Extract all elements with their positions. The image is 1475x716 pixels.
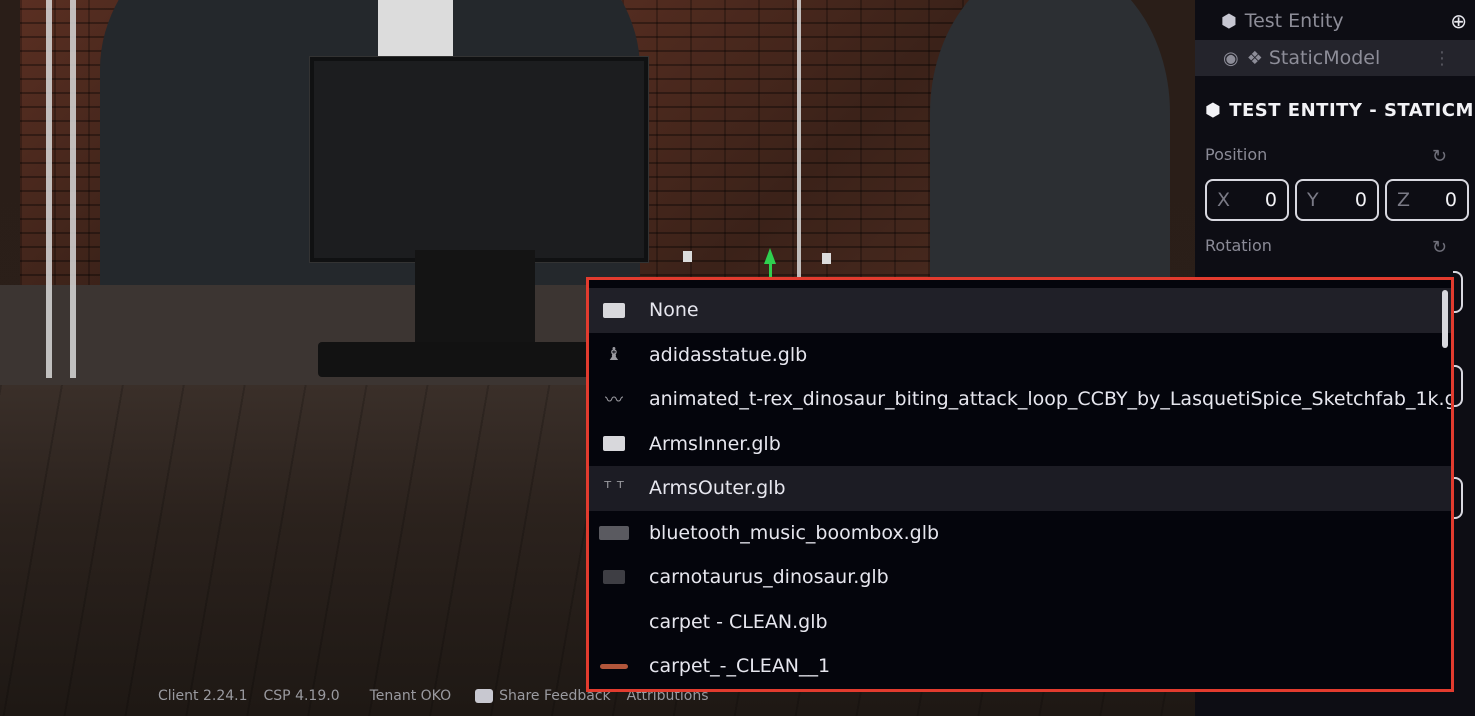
dropdown-option[interactable]: carnotaurus_dinosaur.glb (589, 555, 1451, 600)
dropdown-option[interactable]: 〰 animated_t-rex_dinosaur_biting_attack_… (589, 377, 1451, 422)
model-field-edge[interactable] (1453, 477, 1463, 519)
position-label: Position (1205, 145, 1268, 164)
dropdown-option-none[interactable]: None (589, 288, 1451, 333)
option-label: ArmsInner.glb (649, 432, 781, 455)
arms-thumbnail-icon: ᵀ ᵀ (604, 477, 624, 499)
client-version: Client 2.24.1 (158, 688, 248, 704)
dropdown-scrollbar[interactable] (1442, 290, 1448, 348)
gizmo-handle-right[interactable] (822, 253, 831, 264)
pole-3 (797, 0, 801, 282)
inspector-title: ⬢ TEST ENTITY - STATICM... (1205, 100, 1475, 121)
cube-icon: ⬢ (1221, 10, 1237, 32)
carnotaurus-thumbnail-icon (597, 566, 631, 588)
carpet-thumbnail-icon (597, 655, 631, 677)
csp-version: CSP 4.19.0 (263, 688, 340, 704)
window-arch-right (930, 0, 1170, 300)
statue-thumbnail-icon: ♝ (605, 344, 623, 366)
plus-circle-icon[interactable]: ⊕ (1450, 9, 1467, 33)
inspector-title-text: TEST ENTITY - STATICM... (1229, 100, 1475, 121)
option-label: carnotaurus_dinosaur.glb (649, 566, 889, 589)
component-label: StaticModel (1268, 47, 1381, 69)
pole-2 (70, 0, 76, 378)
axis-x-label: X (1217, 189, 1231, 211)
tree-entity-row[interactable]: ⬢ Test Entity ⊕ (1195, 3, 1475, 39)
file-icon (597, 299, 631, 321)
file-icon (597, 433, 631, 455)
scale-field-edge[interactable] (1453, 365, 1463, 407)
empty-thumbnail (597, 611, 631, 633)
dropdown-option[interactable]: ArmsInner.glb (589, 422, 1451, 467)
window-light (378, 0, 453, 60)
option-label: animated_t-rex_dinosaur_biting_attack_lo… (649, 388, 1454, 411)
rotation-field-edge[interactable] (1453, 271, 1463, 313)
option-label: carpet_-_CLEAN__1 (649, 655, 831, 678)
entity-label: Test Entity (1244, 10, 1344, 32)
position-x-field[interactable]: X 0 (1205, 179, 1289, 221)
reset-position-icon[interactable]: ↻ (1432, 146, 1447, 167)
option-label: None (649, 299, 699, 322)
tv-screen (310, 57, 648, 262)
diamond-cluster-icon: ❖ (1246, 47, 1263, 69)
tv-base (318, 342, 628, 377)
dropdown-option[interactable]: carpet_-_CLEAN__1 (589, 644, 1451, 689)
cube-icon: ⬢ (1205, 100, 1222, 121)
gizmo-handle-left[interactable] (683, 251, 692, 262)
kebab-icon[interactable]: ⋮ (1433, 48, 1451, 69)
dropdown-option-hovered[interactable]: ᵀ ᵀ ArmsOuter.glb (589, 466, 1451, 511)
option-label: ArmsOuter.glb (649, 477, 786, 500)
position-y-field[interactable]: Y 0 (1295, 179, 1379, 221)
tree-component-row[interactable]: ◉ ❖ StaticModel ⋮ (1195, 40, 1475, 76)
option-label: carpet - CLEAN.glb (649, 610, 828, 633)
dropdown-option[interactable]: carpet - CLEAN.glb (589, 600, 1451, 645)
tenant-label: Tenant OKO (369, 688, 452, 704)
position-x-value: 0 (1264, 189, 1277, 211)
tv-stand (415, 250, 535, 345)
position-z-field[interactable]: Z 0 (1385, 179, 1469, 221)
dinosaur-thumbnail-icon: 〰 (605, 390, 623, 412)
reset-rotation-icon[interactable]: ↻ (1432, 237, 1447, 258)
dropdown-option[interactable]: ♝ adidasstatue.glb (589, 333, 1451, 378)
option-label: bluetooth_music_boombox.glb (649, 521, 940, 544)
pole-1 (46, 0, 52, 378)
discord-icon (475, 689, 494, 703)
rotation-label: Rotation (1205, 236, 1272, 255)
axis-z-label: Z (1397, 189, 1411, 211)
position-y-value: 0 (1354, 189, 1367, 211)
dropdown-options: None ♝ adidasstatue.glb 〰 animated_t-rex… (589, 288, 1451, 689)
eye-icon[interactable]: ◉ (1223, 48, 1239, 69)
dropdown-option[interactable]: bluetooth_music_boombox.glb (589, 511, 1451, 556)
axis-y-label: Y (1307, 189, 1319, 211)
boombox-thumbnail-icon (597, 522, 631, 544)
option-label: adidasstatue.glb (649, 343, 808, 366)
model-dropdown-list[interactable]: None ♝ adidasstatue.glb 〰 animated_t-rex… (586, 277, 1454, 692)
position-z-value: 0 (1444, 189, 1457, 211)
